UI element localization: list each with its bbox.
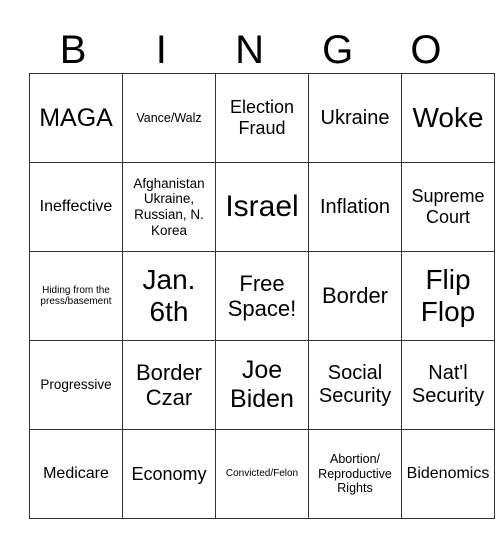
bingo-cell[interactable]: Joe Biden <box>215 340 309 430</box>
bingo-cell[interactable]: Convicted/Felon <box>215 429 309 519</box>
bingo-cell[interactable]: Bidenomics <box>401 429 495 519</box>
bingo-cell[interactable]: Israel <box>215 162 309 252</box>
header-letter-b: B <box>59 28 87 72</box>
bingo-cell[interactable]: Ukraine <box>308 73 402 163</box>
bingo-cell[interactable]: Border <box>308 251 402 341</box>
bingo-cell[interactable]: Vance/Walz <box>122 73 216 163</box>
bingo-cell[interactable]: Hiding from the press/basement <box>29 251 123 341</box>
bingo-cell[interactable]: Inflation <box>308 162 402 252</box>
bingo-cell[interactable]: Economy <box>122 429 216 519</box>
bingo-cell[interactable]: Social Security <box>308 340 402 430</box>
bingo-cell[interactable]: Afghanistan Ukraine, Russian, N. Korea <box>122 162 216 252</box>
bingo-row: Hiding from the press/basement Jan. 6th … <box>29 251 495 341</box>
bingo-cell[interactable]: Woke <box>401 73 495 163</box>
bingo-cell free-space[interactable]: Free Space! <box>215 251 309 341</box>
bingo-cell[interactable]: Progressive <box>29 340 123 430</box>
bingo-cell[interactable]: Jan. 6th <box>122 251 216 341</box>
bingo-cell[interactable]: MAGA <box>29 73 123 163</box>
bingo-row: Ineffective Afghanistan Ukraine, Russian… <box>29 162 495 252</box>
bingo-cell[interactable]: Medicare <box>29 429 123 519</box>
bingo-cell[interactable]: Supreme Court <box>401 162 495 252</box>
bingo-cell[interactable]: Border Czar <box>122 340 216 430</box>
bingo-cell[interactable]: Flip Flop <box>401 251 495 341</box>
bingo-header: B I N G O <box>29 28 470 72</box>
header-letter-g: G <box>322 28 354 72</box>
bingo-row: MAGA Vance/Walz Election Fraud Ukraine W… <box>29 73 495 163</box>
bingo-row: Medicare Economy Convicted/Felon Abortio… <box>29 429 495 519</box>
bingo-grid: MAGA Vance/Walz Election Fraud Ukraine W… <box>29 73 495 519</box>
bingo-cell[interactable]: Nat'l Security <box>401 340 495 430</box>
bingo-cell[interactable]: Abortion/ Reproductive Rights <box>308 429 402 519</box>
bingo-row: Progressive Border Czar Joe Biden Social… <box>29 340 495 430</box>
bingo-cell[interactable]: Election Fraud <box>215 73 309 163</box>
header-letter-o: O <box>410 28 442 72</box>
bingo-cell[interactable]: Ineffective <box>29 162 123 252</box>
header-letter-i: I <box>155 28 167 72</box>
header-letter-n: N <box>235 28 264 72</box>
